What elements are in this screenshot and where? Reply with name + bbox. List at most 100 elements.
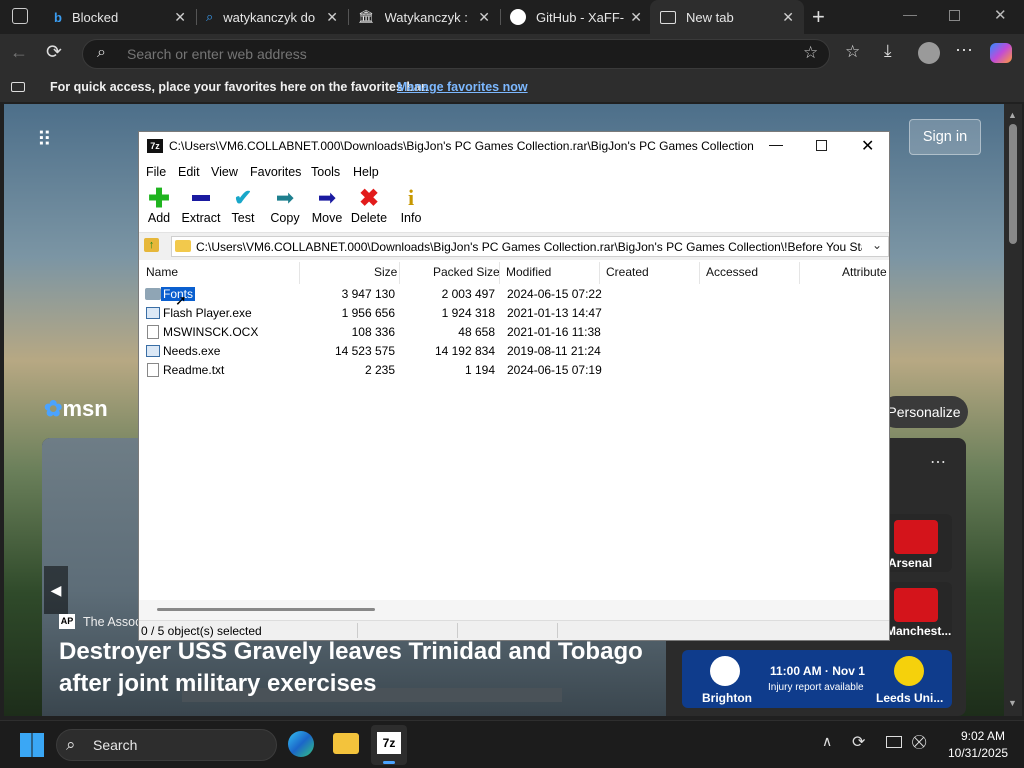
refresh-icon[interactable]: ⟳: [46, 41, 62, 64]
scroll-down-icon[interactable]: ▼: [1008, 698, 1017, 708]
personalize-button[interactable]: Personalize: [880, 396, 968, 428]
more-icon[interactable]: ⋯: [955, 40, 973, 61]
file-row[interactable]: Readme.txt 2 235 1 194 2024-06-15 07:19: [139, 361, 889, 380]
sports-card-brighton-leeds[interactable]: Brighton 11:00 AM · Nov 1 Injury report …: [682, 650, 952, 708]
close-icon[interactable]: ✕: [861, 136, 874, 156]
carousel-prev-icon[interactable]: ◀: [44, 566, 68, 614]
download-icon[interactable]: ⤓: [884, 41, 892, 61]
headline[interactable]: Destroyer USS Gravely leaves Trinidad an…: [59, 636, 643, 700]
search-icon: ⌕: [66, 735, 76, 754]
add-button[interactable]: ✚ Add: [137, 182, 181, 232]
test-button[interactable]: ✔ Test: [221, 182, 265, 232]
file-row[interactable]: Needs.exe 14 523 575 14 192 834 2019-08-…: [139, 342, 889, 361]
display-icon[interactable]: [886, 736, 902, 748]
new-tab-plus-icon[interactable]: +: [812, 4, 825, 30]
column-name[interactable]: Name: [146, 265, 178, 279]
close-tab-icon[interactable]: ✕: [174, 9, 186, 26]
clock-time[interactable]: 9:02 AM: [961, 729, 1005, 743]
edge-icon[interactable]: [288, 731, 314, 757]
scroll-up-icon[interactable]: ▲: [1008, 110, 1017, 120]
minimize-icon[interactable]: —: [769, 136, 783, 152]
copilot-icon[interactable]: [990, 43, 1012, 63]
sevenzip-window: 7z C:\Users\VM6.COLLABNET.000\Downloads\…: [138, 131, 890, 641]
address-bar[interactable]: ⌕ ☆: [82, 39, 830, 69]
github-icon: [510, 9, 526, 25]
menu-favorites[interactable]: Favorites: [250, 165, 301, 179]
menu-help[interactable]: Help: [353, 165, 379, 179]
match-time: 11:00 AM · Nov 1: [770, 664, 865, 678]
file-name: Readme.txt: [163, 363, 225, 377]
extract-button[interactable]: Extract: [179, 182, 223, 232]
copy-button[interactable]: ➡ Copy: [263, 182, 307, 232]
column-accessed[interactable]: Accessed: [706, 265, 758, 279]
network-icon[interactable]: ⛒: [912, 733, 926, 750]
favorite-star-icon[interactable]: ☆: [803, 43, 818, 63]
search-label: Search: [93, 737, 138, 753]
column-packed-size[interactable]: Packed Size: [433, 265, 500, 279]
info-button[interactable]: i Info: [389, 182, 433, 232]
horizontal-scrollbar[interactable]: [139, 600, 889, 620]
sevenzip-taskbar-icon[interactable]: 7z: [371, 725, 407, 765]
menu-view[interactable]: View: [211, 165, 238, 179]
ap-logo-icon: AP: [59, 614, 75, 629]
tab-watykanczyk-search[interactable]: ⌕ watykanczyk do ✕: [196, 0, 348, 34]
file-row[interactable]: Fonts 3 947 130 2 003 497 2024-06-15 07:…: [139, 285, 889, 308]
page-scrollbar[interactable]: ▲ ▼: [1004, 104, 1022, 716]
star-icon[interactable]: ☆: [845, 42, 860, 62]
path-combobox[interactable]: C:\Users\VM6.COLLABNET.000\Downloads\Big…: [171, 236, 889, 257]
feed-more-icon[interactable]: ⋯: [930, 452, 946, 472]
delete-button[interactable]: ✖ Delete: [347, 182, 391, 232]
taskbar-search[interactable]: ⌕ Search: [56, 729, 277, 761]
sync-icon[interactable]: ⟳: [852, 732, 865, 752]
tab-github[interactable]: GitHub - XaFF-Xa ✕: [500, 0, 652, 34]
test-icon: ✔: [233, 185, 253, 210]
minimize-icon[interactable]: —: [903, 6, 917, 22]
menu-tools[interactable]: Tools: [311, 165, 340, 179]
window-titlebar[interactable]: 7z C:\Users\VM6.COLLABNET.000\Downloads\…: [139, 132, 889, 162]
extract-label: Extract: [181, 211, 221, 225]
maximize-icon[interactable]: [816, 140, 827, 151]
scroll-thumb[interactable]: [157, 608, 375, 611]
column-modified[interactable]: Modified: [506, 265, 551, 279]
tab-actions-icon[interactable]: [12, 8, 28, 24]
address-input[interactable]: [127, 45, 767, 63]
file-packed-size: 1 194: [464, 363, 495, 377]
close-tab-icon[interactable]: ✕: [326, 9, 338, 26]
close-window-icon[interactable]: ✕: [994, 6, 1007, 24]
scroll-thumb[interactable]: [1009, 124, 1017, 244]
clock-date[interactable]: 10/31/2025: [948, 746, 1008, 760]
window-title: C:\Users\VM6.COLLABNET.000\Downloads\Big…: [169, 139, 754, 153]
chevron-down-icon[interactable]: ⌄: [872, 238, 882, 252]
close-tab-icon[interactable]: ✕: [478, 9, 490, 26]
sign-in-button[interactable]: Sign in: [909, 119, 981, 155]
column-size[interactable]: Size: [374, 265, 397, 279]
folder-up-icon[interactable]: ↑: [144, 238, 159, 252]
delete-icon: ✖: [358, 184, 380, 212]
back-icon[interactable]: ←: [10, 42, 28, 63]
file-packed-size: 48 658: [458, 325, 495, 339]
close-tab-icon[interactable]: ✕: [782, 9, 794, 26]
file-list[interactable]: Name Size Packed Size Modified Created A…: [139, 260, 889, 600]
close-tab-icon[interactable]: ✕: [630, 9, 642, 26]
tab-blocked[interactable]: b Blocked ✕: [44, 0, 196, 34]
move-button[interactable]: ➡ Move: [305, 182, 349, 232]
tab-bar: b Blocked ✕ ⌕ watykanczyk do ✕ 🏛 Watykan…: [0, 0, 1024, 34]
show-hidden-icons-icon[interactable]: ∧: [822, 733, 832, 750]
file-row[interactable]: Flash Player.exe 1 956 656 1 924 318 202…: [139, 304, 889, 323]
column-created[interactable]: Created: [606, 265, 649, 279]
msn-logo[interactable]: ✿msn: [44, 396, 108, 422]
menu-edit[interactable]: Edit: [178, 165, 200, 179]
headline-line: after joint military exercises: [59, 670, 377, 697]
tab-new-tab[interactable]: New tab ✕: [650, 0, 804, 34]
file-explorer-icon[interactable]: [333, 733, 359, 754]
column-attributes[interactable]: Attribute: [842, 265, 887, 279]
apps-grid-icon[interactable]: ⠿: [37, 127, 52, 152]
windows-start-icon[interactable]: [20, 733, 44, 757]
menu-file[interactable]: File: [146, 165, 166, 179]
file-row[interactable]: MSWINSCK.OCX 108 336 48 658 2021-01-16 1…: [139, 323, 889, 342]
restore-icon[interactable]: [949, 10, 960, 21]
tab-watykanczyk-archive[interactable]: 🏛 Watykanczyk : Fr ✕: [348, 0, 500, 34]
manchester-crest-icon: [894, 588, 938, 622]
manage-favorites-link[interactable]: Manage favorites now: [397, 80, 528, 94]
profile-avatar[interactable]: [918, 42, 940, 64]
